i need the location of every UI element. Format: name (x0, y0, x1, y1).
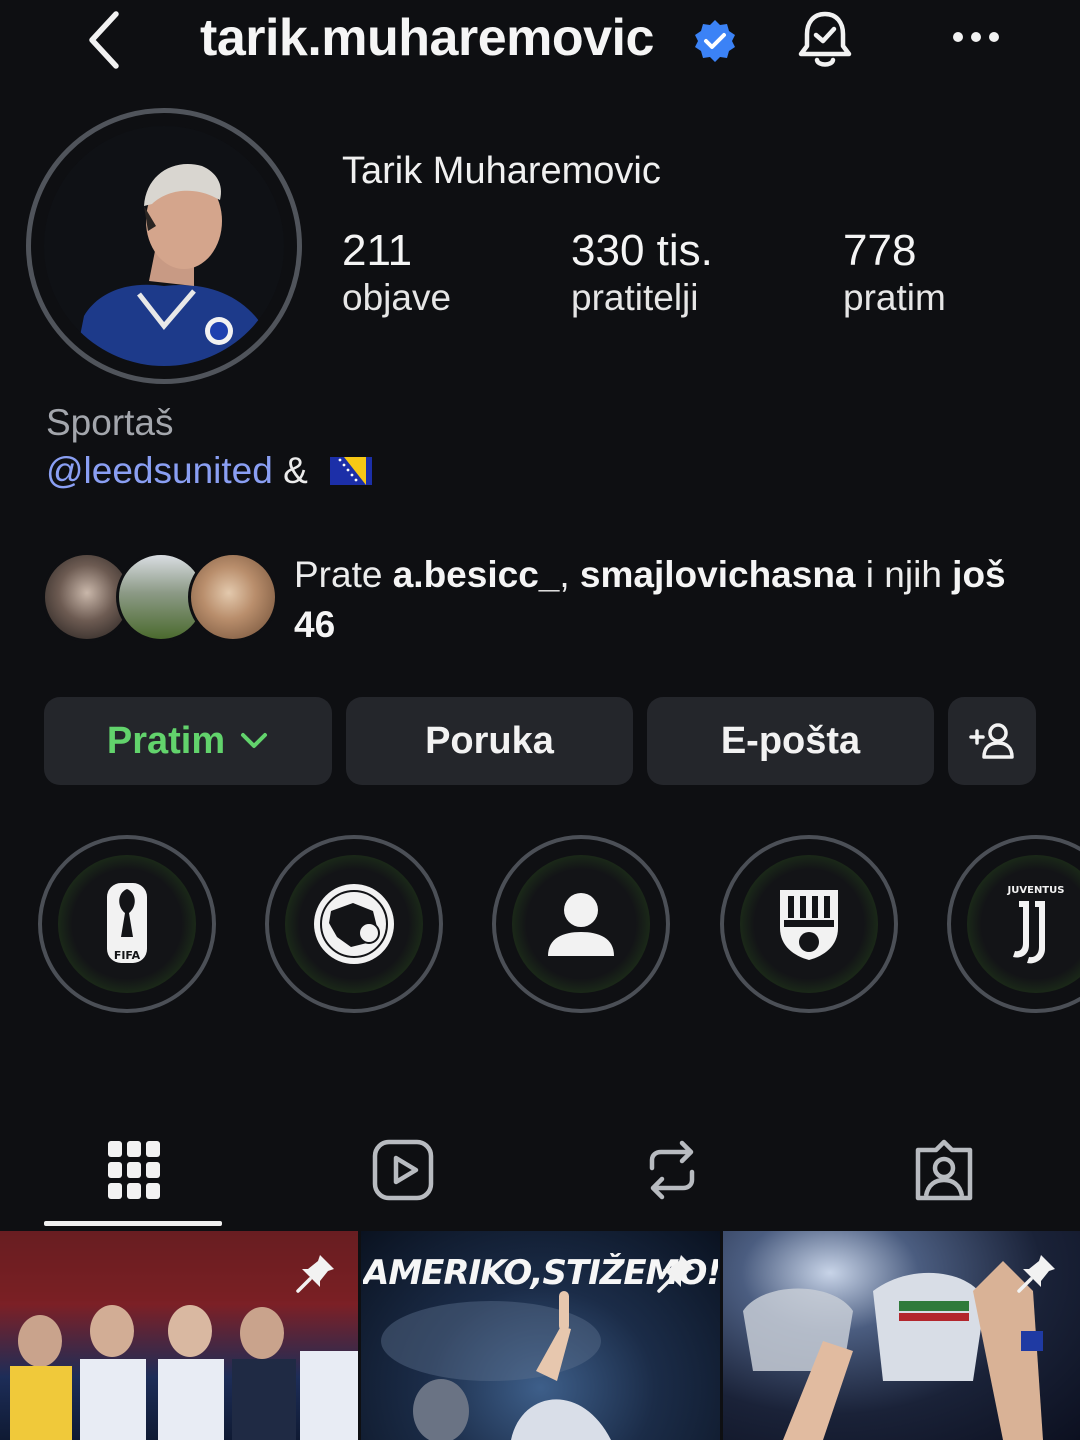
more-horizontal-icon (953, 32, 999, 42)
tab-tagged[interactable] (904, 1130, 984, 1210)
mutual-sep: , (559, 554, 580, 595)
mutual-user-2: smajlovichasna (579, 554, 856, 595)
stat-following-label: pratim (843, 277, 946, 319)
display-name: Tarik Muharemovic (342, 150, 661, 192)
stat-following-value: 778 (843, 226, 917, 275)
message-button-label: Poruka (425, 719, 554, 762)
grid-post-1[interactable] (0, 1231, 358, 1440)
message-button[interactable]: Poruka (346, 697, 633, 785)
email-button[interactable]: E-pošta (647, 697, 934, 785)
grid-icon (108, 1141, 160, 1199)
back-button[interactable] (80, 6, 130, 70)
stat-posts-label: objave (342, 277, 452, 319)
email-button-label: E-pošta (720, 719, 861, 762)
tab-reposts[interactable] (632, 1130, 712, 1210)
tab-reels[interactable] (363, 1130, 443, 1210)
fifa-world-cup-icon: FIFA (107, 883, 147, 963)
grid-post-3[interactable] (723, 1231, 1080, 1440)
profile-username: tarik.muharemovic (200, 9, 654, 67)
profile-page: tarik.muharemovic Tarik Muharemovic 211 … (0, 0, 1080, 1440)
sassuolo-crest-icon (780, 890, 838, 960)
svg-text:JUVENTUS: JUVENTUS (1007, 885, 1065, 896)
highlight-1[interactable]: FIFA (38, 835, 216, 1013)
mutual-followers-avatars[interactable] (42, 552, 278, 644)
following-button-label: Pratim (106, 719, 226, 762)
bio-amp: & (283, 450, 308, 491)
stat-following[interactable]: 778 pratim (843, 226, 946, 322)
chevron-left-icon (89, 11, 119, 69)
bell-check-icon (798, 11, 852, 67)
profile-avatar[interactable] (44, 126, 284, 366)
bosnia-flag-icon (330, 457, 373, 485)
grid-post-2[interactable]: AMERIKO,STIŽEMO! (361, 1231, 720, 1440)
mutual-followers-text[interactable]: Prate a.besicc_, smajlovichasna i njih j… (294, 550, 1054, 650)
reposts-icon (649, 1140, 695, 1200)
highlight-2[interactable] (265, 835, 443, 1013)
notification-bell-button[interactable] (794, 8, 856, 72)
stat-followers-value: 330 tis. (571, 226, 713, 275)
pinned-icon (296, 1255, 334, 1293)
more-options-button[interactable] (950, 22, 1002, 52)
highlight-5[interactable]: JUVENTUS (947, 835, 1080, 1013)
active-tab-indicator (44, 1221, 222, 1226)
pinned-icon (657, 1255, 695, 1293)
tagged-icon (915, 1139, 973, 1201)
suggested-people-button[interactable] (948, 697, 1036, 785)
mutual-middle: i njih (855, 554, 953, 595)
stat-followers-label: pratitelji (571, 277, 699, 319)
bio-mention-link[interactable]: @leedsunited (46, 450, 273, 491)
tab-posts-grid[interactable] (94, 1130, 174, 1210)
mutual-user-1: a.besicc_ (392, 554, 560, 595)
highlight-3[interactable] (492, 835, 670, 1013)
verified-badge-icon (692, 18, 738, 64)
reels-icon (372, 1139, 434, 1201)
stat-posts-value: 211 (342, 226, 413, 275)
stat-posts[interactable]: 211 objave (342, 226, 452, 322)
following-button[interactable]: Pratim (44, 697, 332, 785)
top-bar: tarik.muharemovic (0, 0, 1080, 80)
juventus-logo-icon: JUVENTUS (1007, 885, 1065, 964)
stat-followers[interactable]: 330 tis. pratitelji (571, 226, 713, 322)
chevron-down-icon (241, 733, 268, 748)
mutual-avatar-3 (188, 552, 278, 642)
svg-text:FIFA: FIFA (114, 949, 141, 962)
mutual-prefix: Prate (294, 554, 393, 595)
add-person-icon (969, 723, 1014, 759)
highlight-4[interactable] (720, 835, 898, 1013)
bio-line: @leedsunited & (46, 450, 373, 492)
pinned-icon (1017, 1255, 1055, 1293)
bosnia-federation-icon (314, 884, 394, 964)
profile-category: Sportaš (46, 402, 174, 443)
person-silhouette-icon (548, 893, 614, 956)
